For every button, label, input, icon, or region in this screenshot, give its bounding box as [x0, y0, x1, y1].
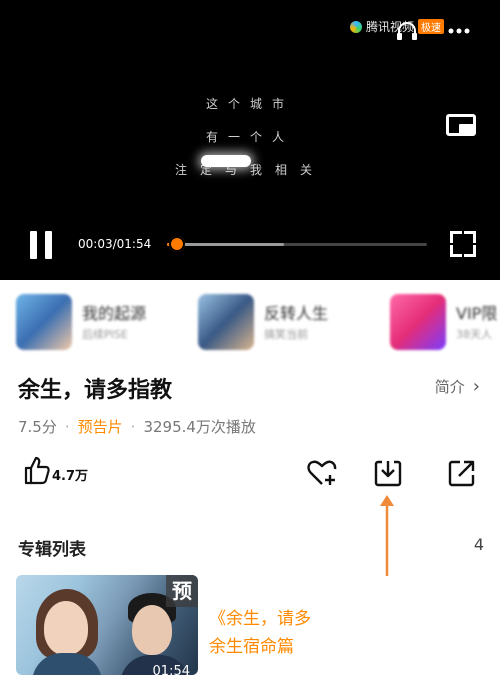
rec-title: 我的起源: [82, 304, 147, 323]
rec-thumbnail: [390, 294, 446, 350]
person-face: [132, 605, 172, 655]
fullscreen-icon[interactable]: [450, 231, 476, 257]
episode-thumbnail[interactable]: 预 01:54: [16, 575, 198, 675]
more-icon[interactable]: [448, 28, 470, 34]
meta-separator: ·: [64, 418, 70, 436]
progress-thumb[interactable]: [169, 236, 186, 252]
light-glow: [201, 155, 251, 167]
episode-count: 4: [473, 535, 484, 554]
chevron-right-icon: ›: [472, 376, 480, 397]
show-score: 7.5分: [18, 418, 57, 436]
logo-mark-icon: [349, 20, 362, 33]
rec-subtitle: 后续PISE: [82, 328, 128, 341]
rec-title: 反转人生: [264, 304, 329, 323]
annotation-arrow-icon: [380, 495, 394, 576]
logo-tag: 极速: [418, 19, 444, 34]
lyric-line: 这个城市: [205, 97, 294, 111]
share-icon[interactable]: [446, 457, 478, 489]
like-button[interactable]: 4.7万: [24, 455, 94, 489]
episode-title[interactable]: 《余生，请多: [209, 604, 319, 629]
subtitle-overlay: 这个城市 有一个人 注定与我相关: [0, 95, 500, 194]
person-body: [32, 653, 102, 675]
show-type: 预告片: [77, 418, 123, 436]
headphones-icon[interactable]: [396, 22, 418, 40]
episode-subtitle[interactable]: 余生宿命篇: [209, 632, 294, 657]
player-controls: 00:03/01:54: [0, 227, 500, 263]
rec-thumbnail: [16, 294, 72, 350]
favorite-add-icon[interactable]: [306, 457, 338, 489]
download-icon[interactable]: [372, 457, 404, 489]
like-count: 4.7万: [52, 469, 89, 484]
person-face: [44, 601, 88, 655]
show-title: 余生，请多指教: [18, 378, 173, 403]
preview-badge: 预: [166, 575, 198, 607]
rec-subtitle: 搞笑当前: [264, 328, 308, 341]
meta-separator: ·: [130, 418, 136, 436]
intro-link[interactable]: 简介 ›: [435, 376, 480, 397]
pause-icon[interactable]: [30, 231, 52, 259]
rec-thumbnail: [198, 294, 254, 350]
intro-label: 简介: [434, 378, 465, 396]
video-player[interactable]: 腾讯视频 极速 这个城市 有一个人 注定与我相关 00:03/01:54: [0, 0, 500, 280]
rec-title: VIP限: [456, 304, 498, 323]
episode-duration: 01:54: [152, 664, 190, 675]
playback-time: 00:03/01:54: [78, 237, 152, 251]
recommendation-row: 我的起源 后续PISE 反转人生 搞笑当前 VIP限 38天人: [0, 290, 500, 360]
section-title: 专辑列表: [18, 540, 86, 560]
rec-subtitle: 38天人: [456, 328, 492, 341]
lyric-line: 有一个人: [205, 130, 294, 144]
show-plays: 3295.4万次播放: [143, 418, 256, 436]
thumbs-up-icon: [24, 456, 50, 485]
progress-bar[interactable]: [167, 236, 427, 252]
show-meta: 7.5分 · 预告片 · 3295.4万次播放: [18, 416, 256, 437]
